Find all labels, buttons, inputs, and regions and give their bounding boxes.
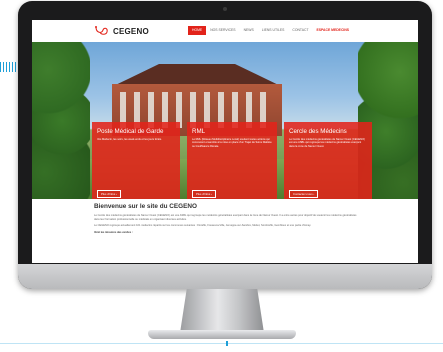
monitor-base xyxy=(148,330,296,339)
card-title: Poste Médical de Garde xyxy=(97,128,164,135)
hero-banner: Poste Médical de Garde Vos Médecin, les … xyxy=(32,42,418,199)
decorative-tick xyxy=(226,341,228,346)
nav-contact[interactable]: CONTACT xyxy=(288,26,312,35)
card-title: RML xyxy=(192,128,206,135)
card-more-button[interactable]: Plus d'infos › xyxy=(192,190,216,198)
main-nav: HOME NOS SERVICES NEWS LIENS UTILES CONT… xyxy=(188,26,353,35)
card-text: Vos Médecin, les soirs, les week-ends et… xyxy=(97,138,162,141)
card-poste-medical: Poste Médical de Garde Vos Médecin, les … xyxy=(92,122,180,199)
welcome-heading: Bienvenue sur le site du CEGENO xyxy=(94,203,197,210)
nav-services[interactable]: NOS SERVICES xyxy=(206,26,239,35)
intro-paragraph: Le Cercle des médecins généralistes de N… xyxy=(94,214,357,221)
stethoscope-icon xyxy=(95,26,108,35)
decorative-dots xyxy=(0,62,16,72)
site-logo[interactable]: CEGENO xyxy=(94,25,149,37)
card-more-button[interactable]: Plus d'infos › xyxy=(97,190,121,198)
monitor-chin xyxy=(18,264,432,289)
site-header: CEGENO HOME NOS SERVICES NEWS LIENS UTIL… xyxy=(32,20,418,43)
main-content: Bienvenue sur le site du CEGENO Le Cercl… xyxy=(94,203,358,237)
building-roof xyxy=(113,64,281,86)
website-screen: CEGENO HOME NOS SERVICES NEWS LIENS UTIL… xyxy=(32,20,418,263)
card-text: Le RML (Réseau Multidisciplinaire Local)… xyxy=(192,138,272,148)
nav-links[interactable]: LIENS UTILES xyxy=(258,26,289,35)
card-text: Le Cercle des médecins généralistes de N… xyxy=(289,138,365,148)
monitor-stand xyxy=(180,289,264,333)
card-cercle: Cercle des Médecins Le Cercle des médeci… xyxy=(284,122,372,199)
missions-label: Voici les missions des cercles : xyxy=(94,230,133,234)
monitor: CEGENO HOME NOS SERVICES NEWS LIENS UTIL… xyxy=(18,1,432,289)
nav-news[interactable]: NEWS xyxy=(240,26,258,35)
members-paragraph: Le CEGENO regroupe actuellement 101 méde… xyxy=(94,224,312,228)
nav-espace-medecins[interactable]: ESPACE MEDECINS xyxy=(313,26,354,35)
card-contact-button[interactable]: Contactez-nous › xyxy=(289,190,319,198)
decorative-line xyxy=(0,343,443,344)
card-rml: RML Le RML (Réseau Multidisciplinaire Lo… xyxy=(187,122,277,199)
logo-text: CEGENO xyxy=(113,26,149,36)
card-title: Cercle des Médecins xyxy=(289,128,347,135)
camera-icon xyxy=(223,7,227,11)
nav-home[interactable]: HOME xyxy=(188,26,207,35)
tree-left xyxy=(32,42,90,199)
